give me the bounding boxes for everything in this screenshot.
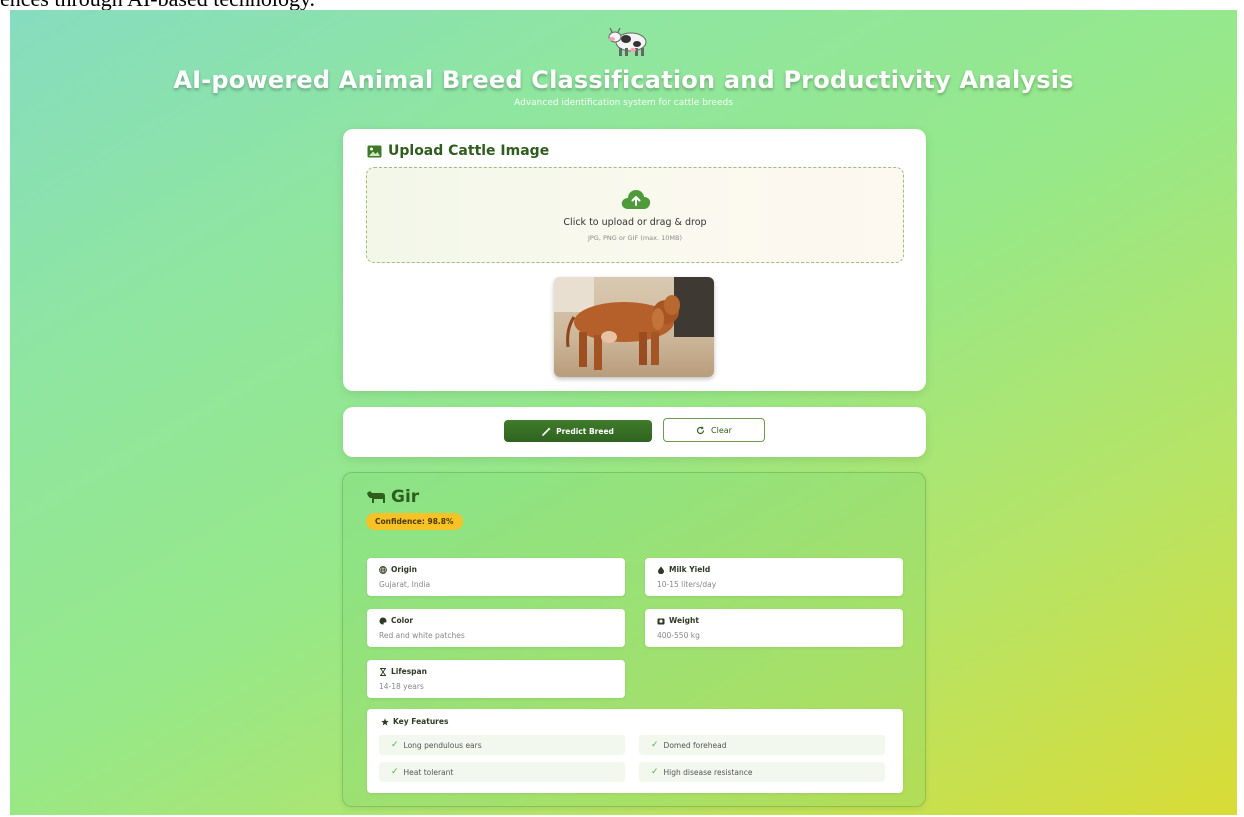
cow-icon xyxy=(608,27,647,56)
info-color: Color Red and white patches xyxy=(367,609,625,647)
info-weight-label: Weight xyxy=(657,616,699,625)
clear-button[interactable]: Clear xyxy=(663,418,765,442)
cattle-image-preview xyxy=(554,277,714,377)
feature-item: ✓ Domed forehead xyxy=(639,735,885,755)
check-icon: ✓ xyxy=(651,740,659,750)
check-icon: ✓ xyxy=(391,767,399,777)
info-lifespan-value: 14-18 years xyxy=(379,682,424,691)
app-title: AI-powered Animal Breed Classification a… xyxy=(173,66,1074,94)
info-milk-yield-label: Milk Yield xyxy=(657,565,710,574)
image-icon xyxy=(367,145,382,157)
info-weight: Weight 400-550 kg xyxy=(645,609,903,647)
info-origin: Origin Gujarat, India xyxy=(367,558,625,596)
feature-item: ✓ Heat tolerant xyxy=(379,762,625,782)
info-weight-title: Weight xyxy=(669,616,699,625)
breed-heading: Gir xyxy=(366,487,419,507)
app-subtitle: Advanced identification system for cattl… xyxy=(514,98,733,108)
info-origin-title: Origin xyxy=(391,565,417,574)
actions-card: Predict Breed Clear xyxy=(343,407,926,457)
info-milk-yield-title: Milk Yield xyxy=(669,565,711,574)
info-lifespan-label: Lifespan xyxy=(379,667,427,676)
predict-breed-button[interactable]: Predict Breed xyxy=(504,420,652,442)
feature-text: Heat tolerant xyxy=(403,767,454,777)
dropzone-text: Click to upload or drag & drop xyxy=(563,217,707,228)
info-weight-value: 400-550 kg xyxy=(657,631,700,640)
cow-silhouette-icon xyxy=(367,491,385,503)
upload-card: Upload Cattle Image Click to upload or d… xyxy=(343,129,926,391)
upload-heading-label: Upload Cattle Image xyxy=(388,143,550,159)
wand-icon xyxy=(542,427,551,436)
dropzone-hint: JPG, PNG or GIF (max. 10MB) xyxy=(587,234,683,242)
key-features-box: Key Features ✓ Long pendulous ears ✓ Dom… xyxy=(367,709,903,793)
upload-heading: Upload Cattle Image xyxy=(367,143,549,159)
feature-text: Domed forehead xyxy=(663,740,727,750)
info-color-value: Red and white patches xyxy=(379,631,465,640)
feature-item: ✓ High disease resistance xyxy=(639,762,885,782)
upload-dropzone[interactable]: Click to upload or drag & drop JPG, PNG … xyxy=(366,167,904,263)
info-lifespan-title: Lifespan xyxy=(391,667,427,676)
info-milk-yield-value: 10-15 liters/day xyxy=(657,580,717,589)
hourglass-icon xyxy=(380,667,386,676)
info-origin-value: Gujarat, India xyxy=(379,580,431,589)
refresh-icon xyxy=(696,425,705,434)
feature-text: Long pendulous ears xyxy=(403,740,482,750)
confidence-badge: Confidence: 98.8% xyxy=(366,513,463,530)
check-icon: ✓ xyxy=(391,740,399,750)
clear-label: Clear xyxy=(711,425,732,435)
breed-name: Gir xyxy=(391,487,420,507)
info-origin-label: Origin xyxy=(379,565,417,574)
star-icon xyxy=(381,717,389,725)
droplet-icon xyxy=(658,566,664,574)
info-lifespan: Lifespan 14-18 years xyxy=(367,660,625,698)
app-screen: AI-powered Animal Breed Classification a… xyxy=(10,10,1237,815)
info-milk-yield: Milk Yield 10-15 liters/day xyxy=(645,558,903,596)
key-features-title: Key Features xyxy=(381,717,448,726)
document-caption: ences through AI-based technology. xyxy=(0,0,315,11)
scale-icon xyxy=(657,618,665,624)
cloud-upload-icon xyxy=(621,190,651,209)
check-icon: ✓ xyxy=(651,767,659,777)
predict-breed-label: Predict Breed xyxy=(556,426,614,436)
feature-text: High disease resistance xyxy=(663,767,753,777)
globe-icon xyxy=(379,565,387,574)
info-color-label: Color xyxy=(379,616,413,625)
palette-icon xyxy=(379,617,387,624)
feature-item: ✓ Long pendulous ears xyxy=(379,735,625,755)
result-card: Gir Confidence: 98.8% Origin Gujarat, In… xyxy=(342,472,926,807)
info-color-title: Color xyxy=(391,616,414,625)
key-features-label: Key Features xyxy=(393,717,449,726)
